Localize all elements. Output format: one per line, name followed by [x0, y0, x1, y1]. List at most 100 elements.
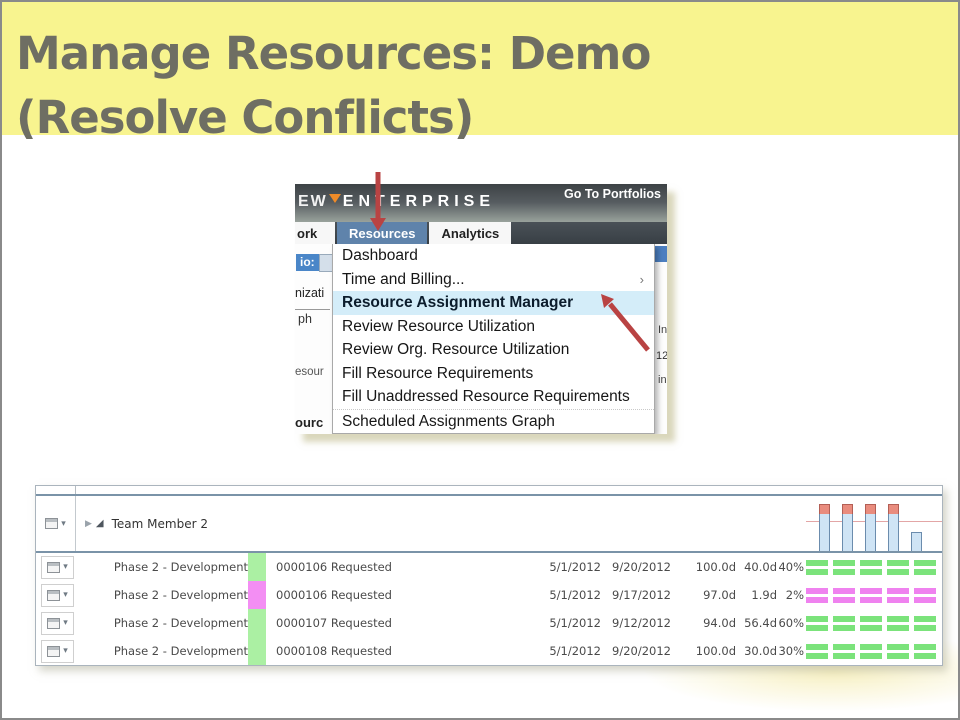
percent-cell: 60% [777, 616, 804, 630]
fragment-organization: nizati [295, 286, 324, 300]
phase-cell: Phase 2 - Development [76, 644, 248, 658]
overallocation-cap [842, 504, 853, 514]
window-icon [45, 518, 58, 529]
chevron-down-icon: ▾ [61, 519, 66, 529]
histogram-bar [819, 512, 830, 551]
grid-header-divider [36, 486, 76, 494]
finish-date-cell: 9/20/2012 [601, 560, 671, 574]
slide-canvas: Manage Resources: Demo (Resolve Conflict… [0, 0, 960, 720]
start-date-cell: 5/1/2012 [529, 644, 601, 658]
logo-text-main: ENTERPRISE [343, 193, 495, 211]
work-cell: 30.0d [736, 644, 777, 658]
row-menu-button[interactable]: ▾ [41, 556, 74, 579]
id-status-cell: 0000106 Requested [266, 588, 426, 602]
conflict-flag [248, 637, 266, 665]
fragment-portfolio-label: io: [296, 254, 319, 271]
go-to-portfolios-link[interactable]: Go To Portfolios [564, 187, 661, 201]
menu-item-dashboard[interactable]: Dashboard [333, 244, 654, 268]
conflict-flag [248, 609, 266, 637]
histogram-bar [842, 512, 853, 551]
app-logo: EW ENTERPRISE [298, 193, 495, 211]
id-status-cell: 0000106 Requested [266, 560, 426, 574]
group-row-team-member: ▾ ▶ ◢ Team Member 2 [36, 496, 942, 553]
utilization-histogram [806, 496, 944, 551]
expanded-indicator-icon[interactable]: ◢ [96, 518, 104, 529]
submenu-arrow-icon: › [640, 268, 644, 292]
start-date-cell: 5/1/2012 [529, 588, 601, 602]
overallocation-cap [865, 504, 876, 514]
start-date-cell: 5/1/2012 [529, 560, 601, 574]
finish-date-cell: 9/20/2012 [601, 644, 671, 658]
menu-item-review-resource-utilization[interactable]: Review Resource Utilization [333, 315, 654, 339]
window-icon [47, 562, 60, 573]
fragment-right-2: 12 [656, 350, 667, 362]
phase-cell: Phase 2 - Development [76, 588, 248, 602]
menu-item-scheduled-assignments-graph[interactable]: Scheduled Assignments Graph [333, 409, 654, 434]
grid-header-strip [36, 486, 942, 496]
percent-cell: 40% [777, 560, 804, 574]
fragment-divider-line [295, 309, 330, 310]
app-header: EW ENTERPRISE Go To Portfolios [295, 184, 667, 222]
fragment-right-3: in [658, 374, 667, 386]
menu-item-fill-resource-requirements[interactable]: Fill Resource Requirements [333, 362, 654, 386]
work-cell: 40.0d [736, 560, 777, 574]
menu-item-fill-unaddressed-resource-requirements[interactable]: Fill Unaddressed Resource Requirements [333, 385, 654, 409]
gantt-bar [806, 587, 938, 603]
assignment-row[interactable]: ▾ Phase 2 - Development 0000107 Requeste… [36, 609, 942, 637]
menu-item-review-org-resource-utilization[interactable]: Review Org. Resource Utilization [333, 338, 654, 362]
duration-cell: 97.0d [671, 588, 736, 602]
tab-bar: ork Resources Analytics [295, 222, 667, 244]
page-title-line1: Manage Resources: Demo [16, 22, 650, 86]
group-row-label: Team Member 2 [112, 517, 208, 531]
page-title: Manage Resources: Demo (Resolve Conflict… [16, 22, 650, 150]
overallocation-cap [888, 504, 899, 514]
tab-work[interactable]: ork [295, 222, 335, 244]
conflict-flag [248, 553, 266, 581]
assignment-row[interactable]: ▾ Phase 2 - Development 0000108 Requeste… [36, 637, 942, 665]
finish-date-cell: 9/12/2012 [601, 616, 671, 630]
window-icon [47, 590, 60, 601]
gantt-bar [806, 643, 938, 659]
assignment-row[interactable]: ▾ Phase 2 - Development 0000106 Requeste… [36, 581, 942, 609]
app-screenshot: EW ENTERPRISE Go To Portfolios ork Resou… [295, 184, 667, 434]
chevron-down-icon: ▾ [63, 618, 68, 628]
gantt-bar [806, 615, 938, 631]
work-cell: 1.9d [736, 588, 777, 602]
fragment-right-1: In [658, 324, 667, 336]
chevron-down-icon: ▾ [63, 562, 68, 572]
id-status-cell: 0000107 Requested [266, 616, 426, 630]
percent-cell: 30% [777, 644, 804, 658]
duration-cell: 100.0d [671, 560, 736, 574]
overallocation-cap [819, 504, 830, 514]
row-menu-button[interactable]: ▾ [41, 612, 74, 635]
assignment-grid: ▾ ▶ ◢ Team Member 2 ▾ Phase 2 - Developm… [35, 485, 943, 666]
row-menu-button[interactable]: ▾ [41, 640, 74, 663]
duration-cell: 94.0d [671, 616, 736, 630]
fragment-resource: esour [295, 366, 324, 378]
logo-triangle-icon [329, 194, 341, 203]
start-date-cell: 5/1/2012 [529, 616, 601, 630]
fragment-resource-bold: ourc [295, 415, 323, 430]
assignment-row[interactable]: ▾ Phase 2 - Development 0000106 Requeste… [36, 553, 942, 581]
menu-item-resource-assignment-manager[interactable]: Resource Assignment Manager [333, 291, 654, 315]
group-row-menu-button[interactable]: ▾ [36, 496, 76, 551]
histogram-bar [888, 512, 899, 551]
menu-item-time-and-billing[interactable]: Time and Billing... › [333, 268, 654, 292]
page-title-line2: (Resolve Conflicts) [16, 86, 650, 150]
resources-dropdown-menu: Dashboard Time and Billing... › Resource… [332, 244, 655, 434]
window-icon [47, 618, 60, 629]
finish-date-cell: 9/17/2012 [601, 588, 671, 602]
collapse-toggle-icon[interactable]: ▶ [85, 519, 92, 529]
work-cell: 56.4d [736, 616, 777, 630]
fragment-graph: ph [298, 312, 312, 326]
tab-resources[interactable]: Resources [337, 222, 427, 244]
conflict-flag [248, 581, 266, 609]
window-icon [47, 646, 60, 657]
chevron-down-icon: ▾ [63, 590, 68, 600]
gantt-bar [806, 559, 938, 575]
row-menu-button[interactable]: ▾ [41, 584, 74, 607]
phase-cell: Phase 2 - Development [76, 560, 248, 574]
histogram-bar [911, 532, 922, 551]
app-page-background: io: nizati ph esour ourc In 12 in Dashbo… [295, 244, 667, 434]
tab-analytics[interactable]: Analytics [429, 222, 511, 244]
